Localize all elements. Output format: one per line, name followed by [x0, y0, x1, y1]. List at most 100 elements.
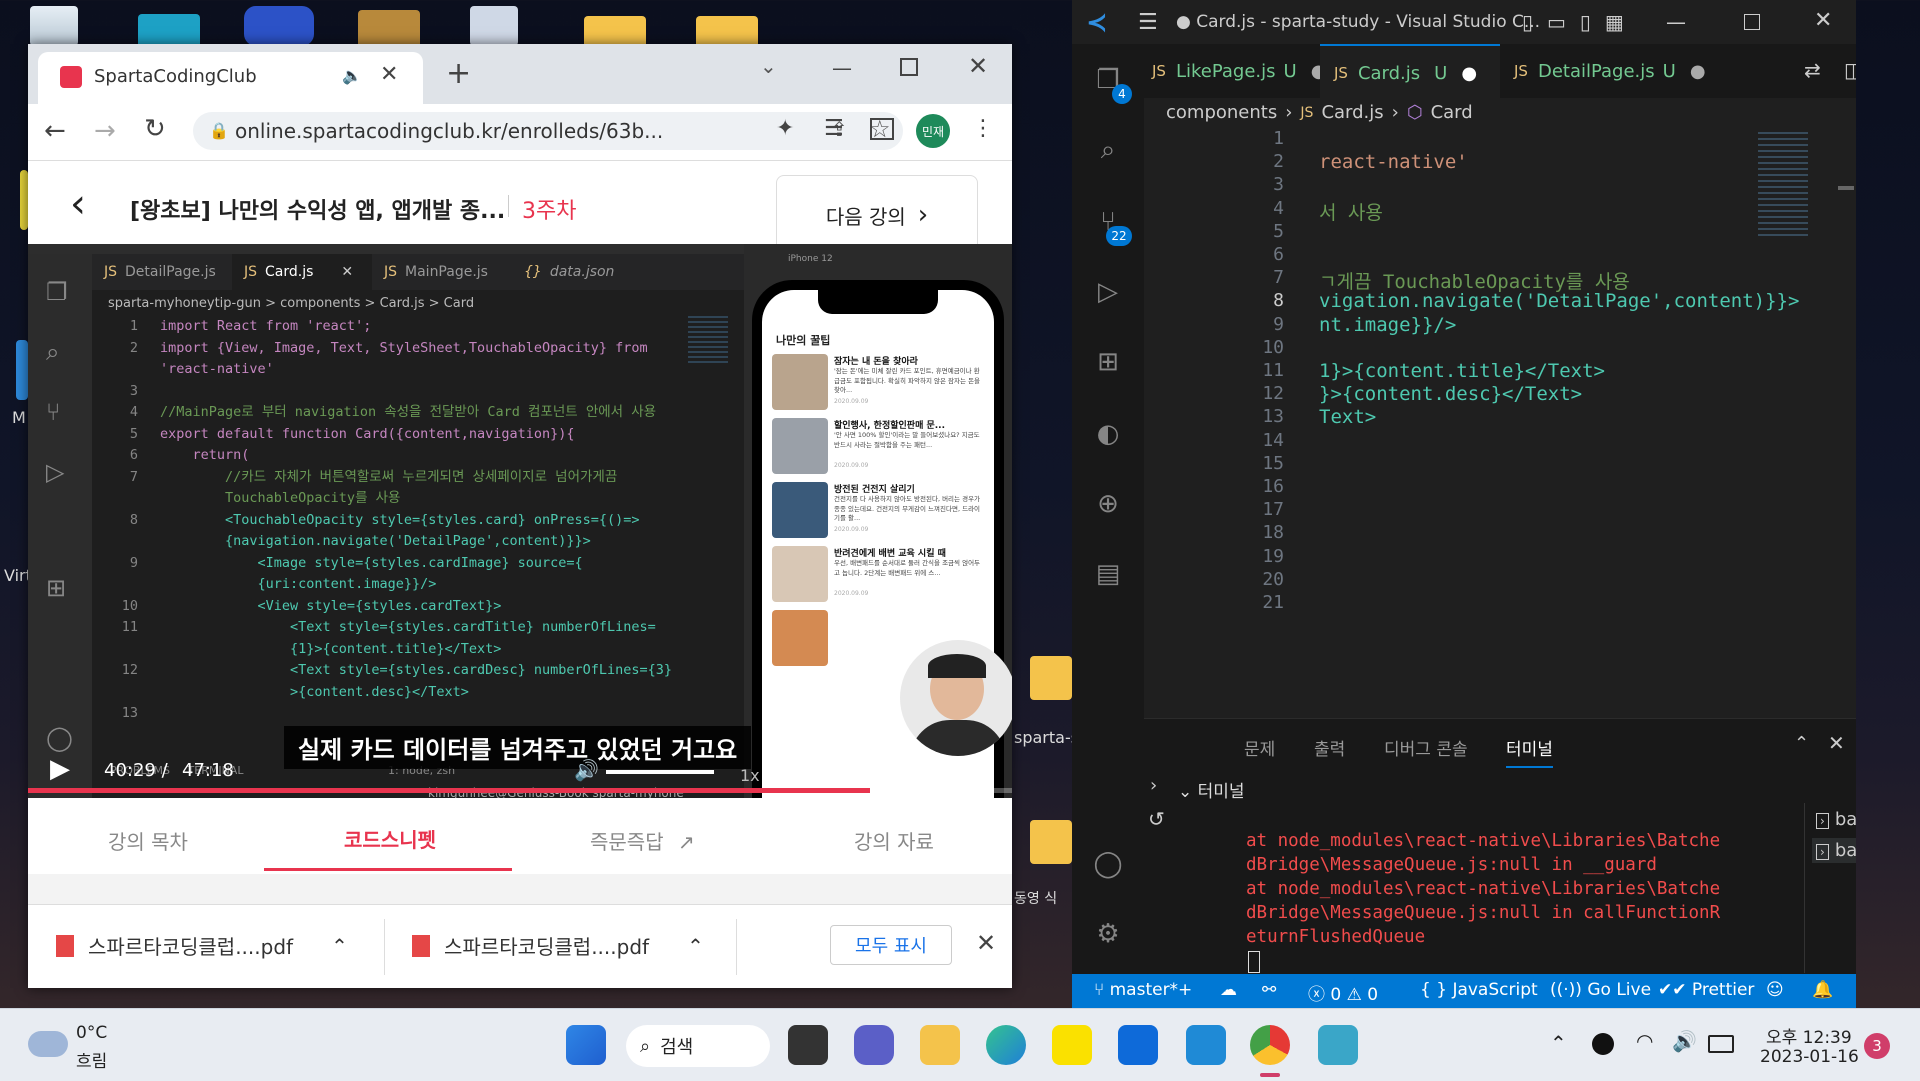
- tab-toc[interactable]: 강의 목차: [108, 826, 188, 855]
- profile-avatar[interactable]: 민재: [916, 114, 950, 148]
- panel-expand-icon[interactable]: ›: [1150, 775, 1157, 796]
- account-icon[interactable]: ◯: [1090, 846, 1126, 882]
- address-bar[interactable]: 🔒 online.spartacodingclub.kr/enrolleds/6…: [193, 112, 903, 150]
- bell-icon[interactable]: 🔔: [1812, 980, 1833, 1000]
- wifi-icon[interactable]: ◠: [1636, 1029, 1653, 1053]
- download-item[interactable]: 스파르타코딩클럽....pdf ⌃: [412, 931, 704, 960]
- reload-icon[interactable]: ↻: [144, 114, 166, 144]
- tab-close-icon[interactable]: ✕: [380, 62, 398, 87]
- hamburger-menu-icon[interactable]: ☰: [1138, 10, 1158, 35]
- feedback-icon[interactable]: ☺: [1766, 980, 1784, 1000]
- settings-gear-icon[interactable]: ⚙: [1090, 916, 1126, 952]
- show-all-button[interactable]: 모두 표시: [830, 925, 952, 965]
- live-share-icon[interactable]: ⚯: [1262, 980, 1276, 1000]
- shell-item[interactable]: ›bash: [1812, 807, 1856, 832]
- split-editor-icon[interactable]: ◫: [1844, 58, 1856, 82]
- panel-maximize-icon[interactable]: ⌃: [1794, 733, 1809, 754]
- tray-app-icon[interactable]: [1592, 1033, 1614, 1055]
- menu-kebab-icon[interactable]: ⋮: [972, 116, 994, 141]
- folder-icon[interactable]: [1030, 656, 1072, 700]
- task-view-icon[interactable]: [788, 1025, 828, 1065]
- compare-changes-icon[interactable]: ⇄: [1804, 58, 1821, 82]
- volume-slider[interactable]: [606, 770, 714, 774]
- editor-tab-detailpage[interactable]: JS DetailPage.js U ●: [1500, 44, 1710, 98]
- recycle-bin-icon[interactable]: [30, 6, 78, 46]
- volume-icon[interactable]: 🔊: [574, 758, 599, 782]
- search-icon[interactable]: ⌕: [1090, 132, 1126, 168]
- run-debug-icon[interactable]: ▷: [1090, 274, 1126, 310]
- play-icon[interactable]: ▶: [50, 754, 70, 784]
- editor-tab-card[interactable]: JS Card.js U ●: [1320, 44, 1500, 100]
- tip-card[interactable]: 잠자는 내 돈을 찾아라 '잠는 돈'에는 미체 잘린 카드 포인트, 휴면예금이…: [772, 354, 986, 412]
- sidepanel-icon[interactable]: [870, 118, 894, 140]
- desktop-app-icon[interactable]: [16, 340, 28, 400]
- next-lecture-button[interactable]: 다음 강의 ›: [776, 175, 978, 255]
- teams-chat-icon[interactable]: [854, 1025, 894, 1065]
- video-player[interactable]: ❐ ⌕ ⑂ ▷ ⊞ ◯ JS DetailPage.js JS Card.js ✕ J…: [28, 244, 1012, 798]
- tab-snippet[interactable]: 코드스니펫: [344, 824, 436, 853]
- rocket-icon[interactable]: [470, 6, 518, 46]
- tab-search-icon[interactable]: ⌄: [760, 54, 777, 78]
- edge-devtools-icon[interactable]: ◐: [1090, 416, 1126, 452]
- shell-item[interactable]: ›bash: [1812, 838, 1856, 863]
- notepad-icon[interactable]: [1318, 1025, 1358, 1065]
- weather-cloud-icon[interactable]: [28, 1031, 68, 1057]
- tab-materials[interactable]: 강의 자료: [854, 826, 934, 855]
- miniplayer-icon[interactable]: [918, 766, 946, 786]
- panel-tab-problems[interactable]: 문제: [1244, 735, 1275, 760]
- volume-icon[interactable]: 🔊: [1672, 1029, 1697, 1053]
- back-icon[interactable]: ←: [44, 116, 66, 146]
- chevron-up-icon[interactable]: ⌃: [687, 934, 704, 958]
- panel-close-icon[interactable]: ✕: [1828, 731, 1845, 755]
- editor-tab-likepage[interactable]: JS LikePage.js U ●: [1144, 44, 1326, 98]
- file-explorer-icon[interactable]: [920, 1025, 960, 1065]
- chrome-app-icon[interactable]: [1250, 1025, 1290, 1065]
- terminal-section-header[interactable]: ⌄ 터미널: [1178, 777, 1245, 802]
- branch-indicator[interactable]: ⑂ master*+: [1094, 980, 1192, 1000]
- kakaotalk-icon[interactable]: [1052, 1025, 1092, 1065]
- history-icon[interactable]: ↺: [1148, 807, 1165, 831]
- battery-icon[interactable]: [1708, 1035, 1734, 1053]
- tip-card[interactable]: 방전된 건전지 살리기 건전지를 다 사용하지 않아도 방전된다, 버리는 경우가…: [772, 482, 986, 540]
- desktop-app-icon[interactable]: [20, 170, 28, 230]
- quality-button[interactable]: Auto: [794, 766, 836, 785]
- taskbar-search[interactable]: ⌕ 검색: [626, 1025, 770, 1067]
- browser-tab[interactable]: SpartaCodingClub 🔈 ✕: [38, 52, 423, 104]
- new-tab-icon[interactable]: +: [446, 56, 471, 91]
- download-item[interactable]: 스파르타코딩클럽....pdf ⌃: [56, 931, 348, 960]
- close-window-icon[interactable]: ✕: [1814, 8, 1832, 33]
- video-progress-bar[interactable]: [28, 788, 1012, 793]
- problems-indicator[interactable]: ⓧ 0 ⚠ 0: [1308, 980, 1378, 1005]
- media-icon[interactable]: ☰: [824, 116, 844, 141]
- tab-qna[interactable]: 즉문즉답 ↗: [590, 826, 695, 855]
- teamviewer-icon[interactable]: [1118, 1025, 1158, 1065]
- minimize-icon[interactable]: —: [832, 56, 852, 80]
- unsaved-dot-icon[interactable]: ●: [1461, 63, 1477, 84]
- notification-badge[interactable]: 3: [1864, 1033, 1890, 1059]
- panel-tab-terminal[interactable]: 터미널: [1506, 735, 1553, 768]
- maximize-icon[interactable]: [1744, 14, 1760, 30]
- speaker-icon[interactable]: 🔈: [342, 66, 362, 85]
- extensions-icon[interactable]: ⊞: [1090, 344, 1126, 380]
- panel-tab-output[interactable]: 출력: [1314, 735, 1345, 760]
- notebook-icon[interactable]: ▤: [1090, 556, 1126, 592]
- clock-time[interactable]: 오후 12:39: [1766, 1023, 1852, 1048]
- edge-browser-icon[interactable]: [986, 1025, 1026, 1065]
- language-mode[interactable]: { } JavaScript: [1420, 980, 1538, 1000]
- git-graph-icon[interactable]: ⊕: [1090, 486, 1126, 522]
- tip-card[interactable]: 할인행사, 한정할인판매 문... '안 사면 100% 할인'이라는 말 들어보…: [772, 418, 986, 476]
- weather-temp[interactable]: 0°C: [76, 1023, 107, 1043]
- subtitles-icon[interactable]: [870, 766, 898, 786]
- speed-button[interactable]: 1x: [740, 766, 760, 785]
- panel-tab-debug[interactable]: 디버그 콘솔: [1384, 735, 1468, 760]
- tray-chevron-up-icon[interactable]: ⌃: [1550, 1031, 1567, 1055]
- fullscreen-icon[interactable]: ⛶: [968, 764, 982, 788]
- maximize-icon[interactable]: [900, 58, 918, 76]
- vscode-app-icon[interactable]: [1186, 1025, 1226, 1065]
- terminal-output[interactable]: at node_modules\react-native\Libraries\B…: [1246, 829, 1786, 949]
- downloads-close-icon[interactable]: ✕: [976, 929, 996, 957]
- chevron-up-icon[interactable]: ⌃: [331, 934, 348, 958]
- desktop-app-icon[interactable]: [244, 6, 314, 46]
- sync-icon[interactable]: ☁: [1220, 980, 1237, 1000]
- layout-icons[interactable]: ▯▭▯▦: [1522, 10, 1638, 34]
